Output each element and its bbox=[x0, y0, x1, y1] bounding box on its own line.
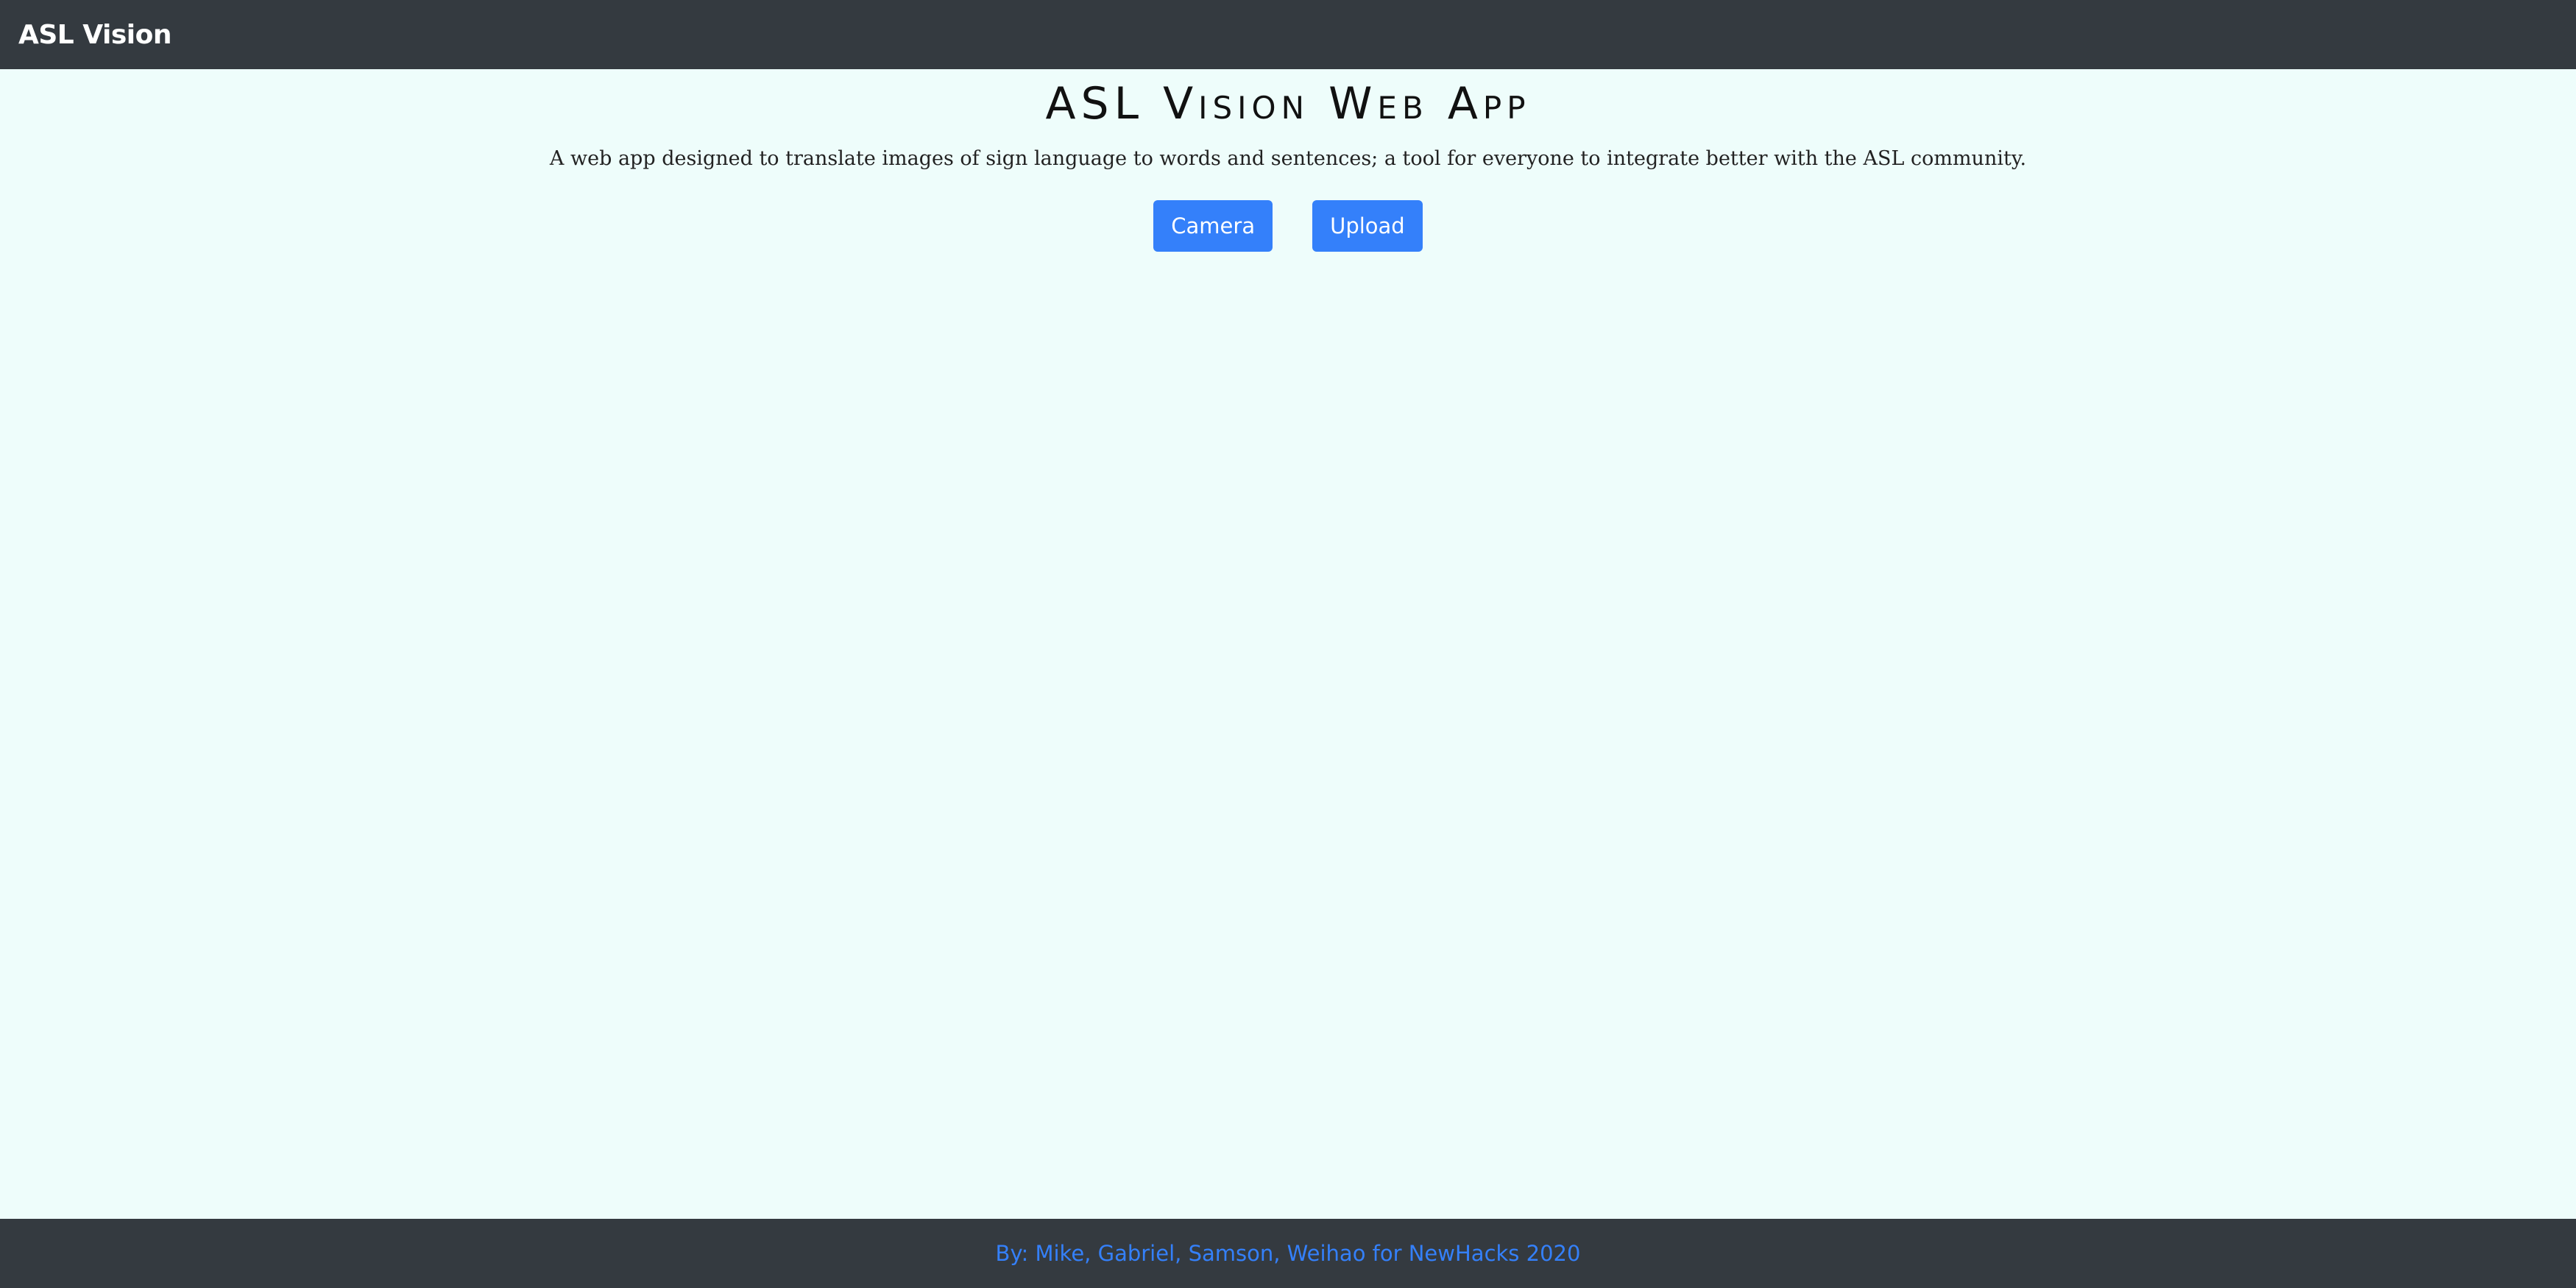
action-buttons: Camera Upload bbox=[0, 200, 2576, 252]
camera-button[interactable]: Camera bbox=[1153, 200, 1273, 252]
page-title: ASL Vision Web App bbox=[1045, 78, 1531, 130]
upload-button[interactable]: Upload bbox=[1312, 200, 1423, 252]
brand-link[interactable]: ASL Vision bbox=[18, 20, 171, 50]
footer-credits: By: Mike, Gabriel, Samson, Weihao for Ne… bbox=[995, 1241, 1581, 1266]
footer: By: Mike, Gabriel, Samson, Weihao for Ne… bbox=[0, 1219, 2576, 1288]
app-description: A web app designed to translate images o… bbox=[549, 147, 2027, 170]
navbar: ASL Vision bbox=[0, 0, 2576, 69]
main-content: ASL Vision Web App A web app designed to… bbox=[0, 69, 2576, 1219]
